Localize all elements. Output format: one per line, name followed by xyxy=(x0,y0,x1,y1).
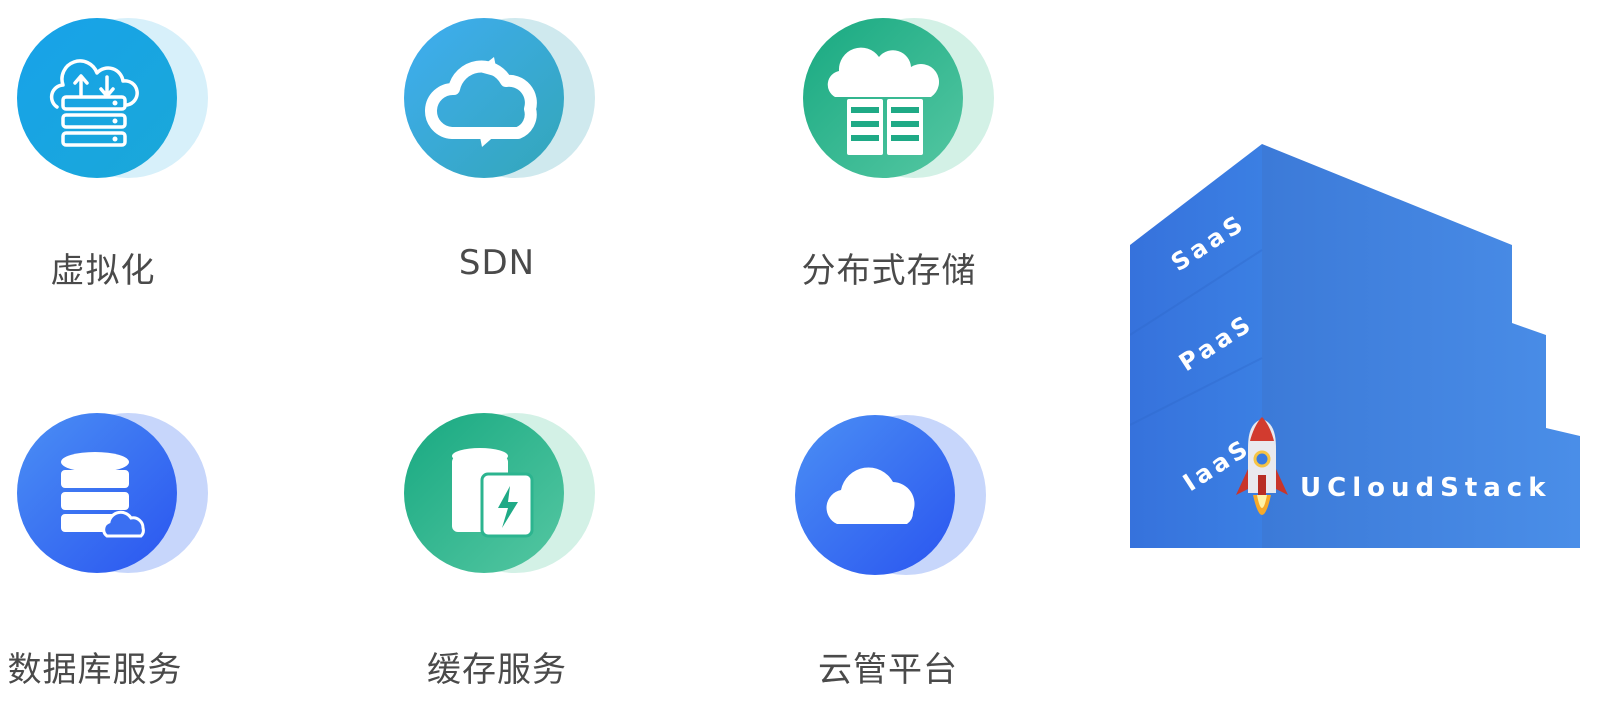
feature-label: 云管平台 xyxy=(818,650,958,690)
feature-label: 分布式存储 xyxy=(801,251,977,291)
feature-label: 数据库服务 xyxy=(7,650,183,690)
cloud-server-icon xyxy=(17,18,208,178)
feature-label: SDN xyxy=(458,243,536,283)
cloud-storage-icon xyxy=(803,18,994,178)
cache-battery-icon xyxy=(404,413,595,573)
cloud-icon xyxy=(795,415,986,575)
feature-cache-service: 缓存服务 xyxy=(402,410,622,710)
cloud-sync-icon xyxy=(404,18,595,178)
feature-sdn: SDN xyxy=(402,15,622,315)
feature-label: 虚拟化 xyxy=(50,251,156,291)
ucloudstack-stack-diagram: SaaS PaaS IaaS UCloudStack xyxy=(1130,144,1580,548)
feature-distributed-storage: 分布式存储 xyxy=(801,15,1021,315)
database-cloud-icon xyxy=(17,413,208,573)
feature-database-service: 数据库服务 xyxy=(8,410,235,710)
feature-label: 缓存服务 xyxy=(427,650,567,690)
brand-name: UCloudStack xyxy=(1300,473,1552,503)
feature-cloud-management: 云管平台 xyxy=(793,410,1013,710)
feature-virtualization: 虚拟化 xyxy=(15,15,235,315)
